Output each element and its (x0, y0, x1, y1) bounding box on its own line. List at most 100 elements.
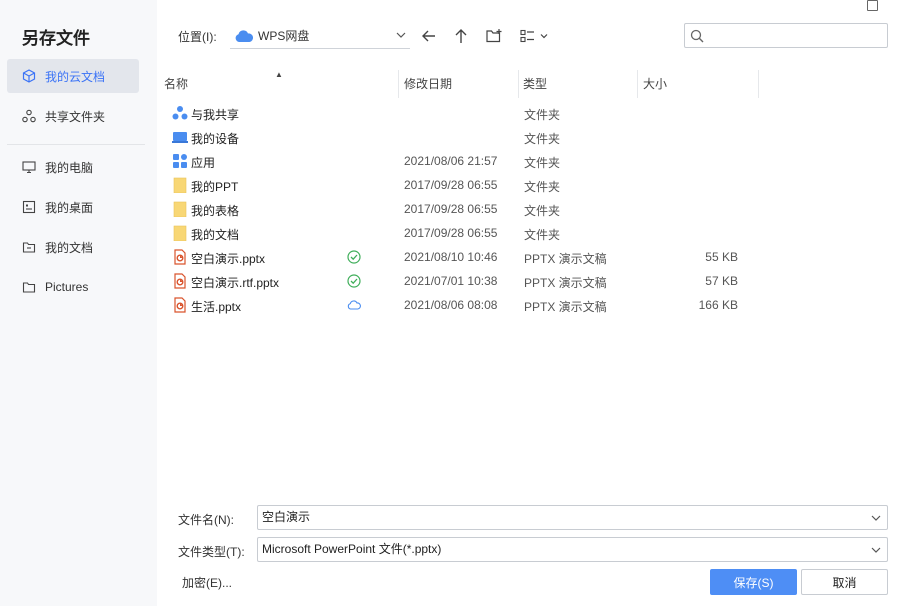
file-list-header: ▲ 名称 修改日期 类型 大小 (160, 70, 760, 98)
filetype-value: Microsoft PowerPoint 文件(*.pptx) (262, 542, 442, 556)
filetype-label: 文件类型(T): (178, 545, 245, 559)
sidebar-item-label: 我的电脑 (45, 160, 94, 175)
folder-icon (21, 279, 37, 295)
file-date: 2021/08/10 10:46 (404, 250, 498, 264)
apps-icon (173, 154, 187, 168)
column-header-name[interactable]: 名称 (160, 70, 398, 98)
folder-icon (173, 225, 187, 241)
file-name: 生活.pptx (191, 300, 242, 314)
file-date: 2017/09/28 06:55 (404, 178, 498, 192)
file-date: 2017/09/28 06:55 (404, 226, 498, 240)
chevron-down-icon[interactable] (871, 514, 881, 522)
sidebar-divider (7, 144, 145, 145)
file-type: 文件夹 (524, 108, 561, 122)
search-icon (690, 29, 704, 43)
arrow-up-icon (455, 29, 467, 43)
file-row[interactable]: 我的文档 2017/09/28 06:55 文件夹 (160, 221, 760, 245)
file-name: 我的设备 (191, 132, 240, 146)
sidebar-item-my-computer[interactable]: 我的电脑 (7, 150, 139, 184)
file-row[interactable]: 我的设备 文件夹 (160, 125, 760, 149)
file-row[interactable]: 生活.pptx 2021/08/06 08:08 PPTX 演示文稿 166 K… (160, 293, 760, 317)
file-type: 文件夹 (524, 228, 561, 242)
sidebar: 另存文件 我的云文档 共享文件夹 我的电脑 我的桌面 我的文档 Pictures (0, 0, 157, 606)
file-name: 我的文档 (191, 228, 240, 242)
file-type: PPTX 演示文稿 (524, 252, 607, 266)
file-name: 我的PPT (191, 180, 239, 194)
synced-check-icon (347, 250, 361, 264)
filetype-select[interactable]: Microsoft PowerPoint 文件(*.pptx) (257, 537, 888, 562)
file-date: 2021/08/06 08:08 (404, 298, 498, 312)
file-date: 2021/08/06 21:57 (404, 154, 498, 168)
location-label: 位置(I): (178, 30, 217, 44)
new-folder-button[interactable] (484, 26, 504, 46)
file-name: 我的表格 (191, 204, 240, 218)
pptx-file-icon (174, 273, 186, 289)
filename-value: 空白演示 (262, 510, 311, 524)
maximize-button[interactable] (867, 0, 878, 11)
documents-icon (21, 239, 37, 255)
file-size: 166 KB (698, 298, 738, 312)
chevron-down-icon (871, 547, 881, 553)
sidebar-item-label: 共享文件夹 (45, 109, 106, 124)
file-row[interactable]: 我的PPT 2017/09/28 06:55 文件夹 (160, 173, 760, 197)
new-folder-icon (486, 29, 502, 43)
search-input[interactable] (709, 27, 879, 44)
file-size: 57 KB (705, 274, 738, 288)
file-type: 文件夹 (524, 132, 561, 146)
filename-field[interactable]: 空白演示 (257, 505, 888, 530)
sidebar-item-label: 我的文档 (45, 240, 94, 255)
column-header-type[interactable]: 类型 (519, 70, 637, 98)
list-view-icon (520, 29, 548, 43)
file-row[interactable]: 与我共享 文件夹 (160, 101, 760, 125)
file-date: 2017/09/28 06:55 (404, 202, 498, 216)
file-row[interactable]: 空白演示.pptx 2021/08/10 10:46 PPTX 演示文稿 55 … (160, 245, 760, 269)
sidebar-item-label: 我的桌面 (45, 200, 94, 215)
cancel-button[interactable]: 取消 (801, 569, 888, 595)
synced-check-icon (347, 274, 361, 288)
sidebar-item-my-documents[interactable]: 我的文档 (7, 230, 139, 264)
file-type: 文件夹 (524, 204, 561, 218)
sidebar-item-shared-folder[interactable]: 共享文件夹 (7, 99, 139, 133)
pptx-file-icon (174, 297, 186, 313)
sidebar-item-my-desktop[interactable]: 我的桌面 (7, 190, 139, 224)
sidebar-item-label: Pictures (45, 280, 89, 294)
device-icon (172, 132, 188, 143)
file-row[interactable]: 应用 2021/08/06 21:57 文件夹 (160, 149, 760, 173)
column-header-modified[interactable]: 修改日期 (400, 70, 518, 98)
file-name: 应用 (191, 156, 216, 170)
sidebar-item-pictures[interactable]: Pictures (7, 270, 139, 304)
file-size: 55 KB (705, 250, 738, 264)
cloud-icon (235, 29, 254, 42)
column-divider[interactable] (758, 70, 759, 98)
computer-icon (21, 159, 37, 175)
shared-with-me-icon (172, 106, 188, 120)
file-row[interactable]: 空白演示.rtf.pptx 2021/07/01 10:38 PPTX 演示文稿… (160, 269, 760, 293)
sidebar-item-label: 我的云文档 (45, 69, 106, 84)
chevron-down-icon (396, 32, 406, 38)
file-type: 文件夹 (524, 180, 561, 194)
folder-icon (173, 177, 187, 193)
pptx-file-icon (174, 249, 186, 265)
cloud-only-icon (347, 300, 361, 310)
file-type: 文件夹 (524, 156, 561, 170)
encrypt-link[interactable]: 加密(E)... (182, 574, 232, 591)
save-button[interactable]: 保存(S) (710, 569, 797, 595)
back-button[interactable] (419, 26, 439, 46)
file-row[interactable]: 我的表格 2017/09/28 06:55 文件夹 (160, 197, 760, 221)
share-folder-icon (21, 108, 37, 124)
file-type: PPTX 演示文稿 (524, 300, 607, 314)
column-divider[interactable] (398, 70, 399, 98)
column-divider[interactable] (637, 70, 638, 98)
column-header-size[interactable]: 大小 (639, 70, 757, 98)
file-list: 与我共享 文件夹 我的设备 文件夹 应用 2021/08/06 21:57 文件… (160, 101, 760, 317)
view-mode-button[interactable] (519, 26, 551, 46)
filename-label: 文件名(N): (178, 513, 234, 527)
search-box[interactable] (684, 23, 888, 48)
arrow-left-icon (422, 30, 435, 42)
sidebar-item-my-cloud-docs[interactable]: 我的云文档 (7, 59, 139, 93)
desktop-icon (21, 199, 37, 215)
up-button[interactable] (451, 26, 471, 46)
location-select[interactable]: WPS网盘 (230, 23, 410, 49)
file-name: 与我共享 (191, 108, 240, 122)
file-type: PPTX 演示文稿 (524, 276, 607, 290)
